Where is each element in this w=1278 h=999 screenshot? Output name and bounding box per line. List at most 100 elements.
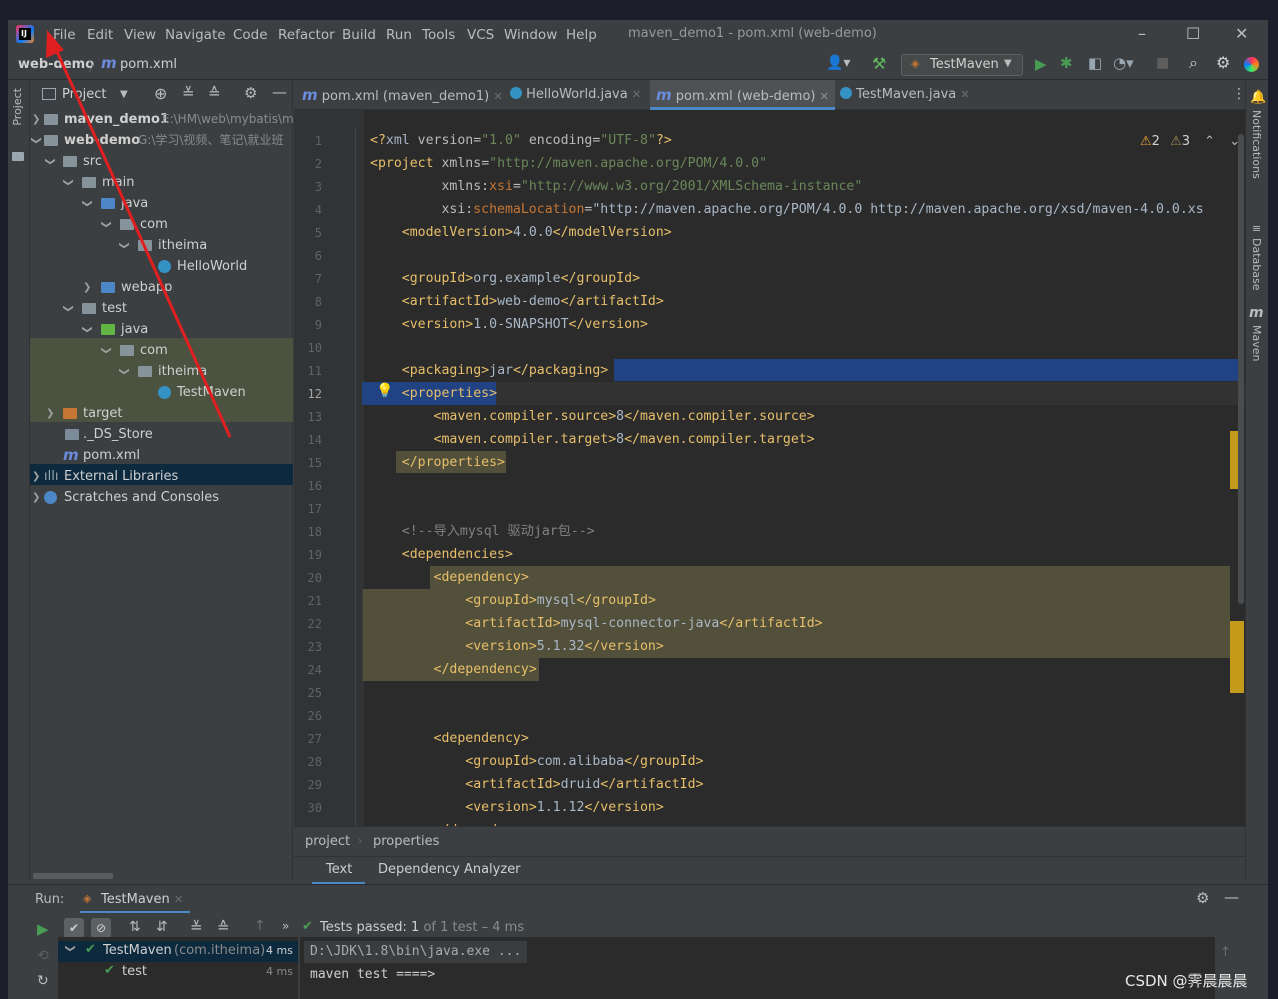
- code-line[interactable]: <dependency>: [370, 727, 529, 750]
- tree-row-test[interactable]: ❯ test: [30, 298, 293, 319]
- project-view-label[interactable]: Project: [62, 87, 106, 102]
- code-line[interactable]: </dependency>: [370, 819, 537, 826]
- menu-help[interactable]: Help: [566, 27, 597, 43]
- tree-row-web-demo[interactable]: ❯ web-demo G:\学习\视频、笔记\就业班: [30, 130, 293, 151]
- breadcrumb-project[interactable]: web-demo: [18, 57, 94, 72]
- error-stripe-marker[interactable]: [1230, 621, 1244, 693]
- menu-run[interactable]: Run: [386, 27, 412, 43]
- code-line[interactable]: <groupId>org.example</groupId>: [370, 267, 640, 290]
- menu-view[interactable]: View: [124, 27, 156, 43]
- run-tab-testmaven[interactable]: ◈ TestMaven ✕: [80, 887, 190, 913]
- code-line[interactable]: <groupId>mysql</groupId>: [370, 589, 656, 612]
- test-tree-row[interactable]: ❯ ✔ TestMaven (com.itheima) 4 ms: [58, 941, 298, 962]
- code-line[interactable]: </properties>: [370, 451, 505, 474]
- chevron-down-icon[interactable]: ▼: [120, 89, 128, 100]
- menu-navigate[interactable]: Navigate: [165, 27, 226, 43]
- tree-row-pom-xml[interactable]: m pom.xml: [30, 445, 293, 466]
- tree-row-target[interactable]: ❯ target: [30, 403, 293, 424]
- tab-pom-web-demo[interactable]: m pom.xml (web-demo) ✕: [650, 80, 835, 110]
- debug-bug-icon[interactable]: ✱: [1060, 54, 1073, 72]
- menu-build[interactable]: Build: [342, 27, 376, 43]
- menu-window[interactable]: Window: [504, 27, 557, 43]
- gear-icon[interactable]: ⚙: [244, 84, 257, 102]
- tree-row-webapp[interactable]: ❯ webapp: [30, 277, 293, 298]
- maximize-button[interactable]: ☐: [1186, 24, 1200, 43]
- database-tab[interactable]: Database: [1250, 238, 1263, 291]
- tree-row-src[interactable]: ❯ src: [30, 151, 293, 172]
- code-line[interactable]: <groupId>com.alibaba</groupId>: [370, 750, 703, 773]
- tree-row-com[interactable]: ❯ com: [30, 214, 293, 235]
- expand-all-icon[interactable]: ≚: [182, 84, 195, 102]
- hide-panel-icon[interactable]: —: [1224, 888, 1239, 906]
- close-window-button[interactable]: ✕: [1235, 24, 1248, 43]
- notifications-tab[interactable]: Notifications: [1250, 110, 1263, 179]
- code-line[interactable]: <!--导入mysql 驱动jar包-->: [370, 520, 595, 543]
- code-line[interactable]: <version>5.1.32</version>: [370, 635, 664, 658]
- tab-testmaven-java[interactable]: TestMaven.java ✕: [840, 80, 970, 110]
- menu-vcs[interactable]: VCS: [467, 27, 494, 43]
- project-tool-tab[interactable]: Project: [11, 88, 24, 126]
- tree-row-ds-store[interactable]: ._DS_Store: [30, 424, 293, 445]
- code-editor[interactable]: 1 2 3 4 5 6 7 8 9 10 11 12 13 14 15 16 17 18 19 20 21 22 23 24 2…: [294, 110, 1245, 826]
- code-line[interactable]: <packaging>jar</packaging>: [370, 359, 608, 382]
- hide-panel-icon[interactable]: —: [272, 83, 287, 101]
- tree-row-maven-demo1[interactable]: ❯ maven_demo1 E:\HM\web\mybatis\m: [30, 109, 294, 130]
- notifications-icon[interactable]: 🔔: [1250, 90, 1266, 105]
- code-line[interactable]: <artifactId>mysql-connector-java</artifa…: [370, 612, 822, 635]
- horizontal-scrollbar[interactable]: [33, 873, 113, 879]
- maven-tab[interactable]: Maven: [1250, 325, 1263, 361]
- coverage-icon[interactable]: ◧: [1088, 54, 1102, 72]
- menu-file[interactable]: File: [53, 27, 76, 43]
- code-line[interactable]: <modelVersion>4.0.0</modelVersion>: [370, 221, 672, 244]
- tab-pom-maven-demo1[interactable]: m pom.xml (maven_demo1) ✕: [302, 80, 503, 110]
- plugin-logo-icon[interactable]: [1244, 57, 1259, 72]
- expand-all-icon[interactable]: ≚: [190, 918, 203, 936]
- tree-row-java-main[interactable]: ❯ java: [30, 193, 293, 214]
- inspections-widget[interactable]: ⚠2 ⚠3 ⌃ ⌄: [1140, 134, 1240, 149]
- structure-icon[interactable]: [12, 152, 24, 161]
- user-icon[interactable]: 👤▾: [826, 55, 850, 71]
- scroll-up-icon[interactable]: ↑: [1220, 945, 1231, 960]
- close-tab-icon[interactable]: ✕: [820, 90, 829, 103]
- show-ignored-toggle[interactable]: ⊘: [91, 918, 111, 938]
- close-tab-icon[interactable]: ✕: [174, 893, 183, 906]
- build-hammer-icon[interactable]: ⚒: [872, 54, 886, 73]
- code-line[interactable]: <maven.compiler.source>8</maven.compiler…: [370, 405, 815, 428]
- code-line[interactable]: <dependencies>: [370, 543, 513, 566]
- code-line[interactable]: <properties>: [370, 382, 497, 405]
- tree-row-scratches[interactable]: ❯ Scratches and Consoles: [30, 487, 293, 508]
- test-tree-row[interactable]: ✔ test 4 ms: [58, 962, 298, 983]
- collapse-all-icon[interactable]: ≙: [217, 918, 230, 936]
- collapse-all-icon[interactable]: ≙: [208, 84, 221, 102]
- search-icon[interactable]: ⌕: [1189, 53, 1198, 73]
- tree-row-external-libraries[interactable]: ❯ ıllı External Libraries: [30, 466, 293, 487]
- gear-icon[interactable]: ⚙: [1196, 889, 1209, 907]
- breadcrumb-properties-tag[interactable]: properties: [373, 834, 439, 849]
- locate-target-icon[interactable]: ⊕: [154, 84, 167, 103]
- code-line[interactable]: <dependency>: [370, 566, 529, 589]
- profile-icon[interactable]: ◔▾: [1113, 54, 1134, 72]
- tab-text[interactable]: Text: [312, 857, 365, 885]
- tab-helloworld-java[interactable]: HelloWorld.java ✕: [510, 80, 641, 110]
- code-line[interactable]: <maven.compiler.target>8</maven.compiler…: [370, 428, 815, 451]
- sort-alpha-icon[interactable]: ⇅: [129, 919, 141, 935]
- menu-code[interactable]: Code: [233, 27, 268, 43]
- code-line[interactable]: xsi:schemaLocation="http://maven.apache.…: [370, 198, 1203, 221]
- settings-gear-icon[interactable]: ⚙: [1216, 53, 1230, 72]
- tab-dependency-analyzer[interactable]: Dependency Analyzer: [378, 862, 521, 877]
- toggle-auto-test-icon[interactable]: ⟲: [37, 948, 49, 964]
- database-icon[interactable]: ≡: [1252, 222, 1261, 235]
- code-line[interactable]: </dependency>: [370, 658, 537, 681]
- close-tab-icon[interactable]: ✕: [493, 90, 502, 103]
- more-actions-icon[interactable]: »: [282, 919, 289, 933]
- maven-icon[interactable]: m: [1249, 305, 1264, 321]
- run-icon[interactable]: ▶: [1035, 55, 1047, 73]
- tree-row-java-test[interactable]: ❯ java: [30, 319, 293, 340]
- menu-tools[interactable]: Tools: [422, 27, 455, 43]
- stop-icon[interactable]: ■: [1156, 55, 1169, 71]
- minimize-button[interactable]: –: [1138, 24, 1146, 43]
- code-line[interactable]: <artifactId>web-demo</artifactId>: [370, 290, 664, 313]
- tree-row-main[interactable]: ❯ main: [30, 172, 293, 193]
- close-tab-icon[interactable]: ✕: [960, 88, 969, 101]
- sort-duration-icon[interactable]: ⇵: [156, 919, 168, 935]
